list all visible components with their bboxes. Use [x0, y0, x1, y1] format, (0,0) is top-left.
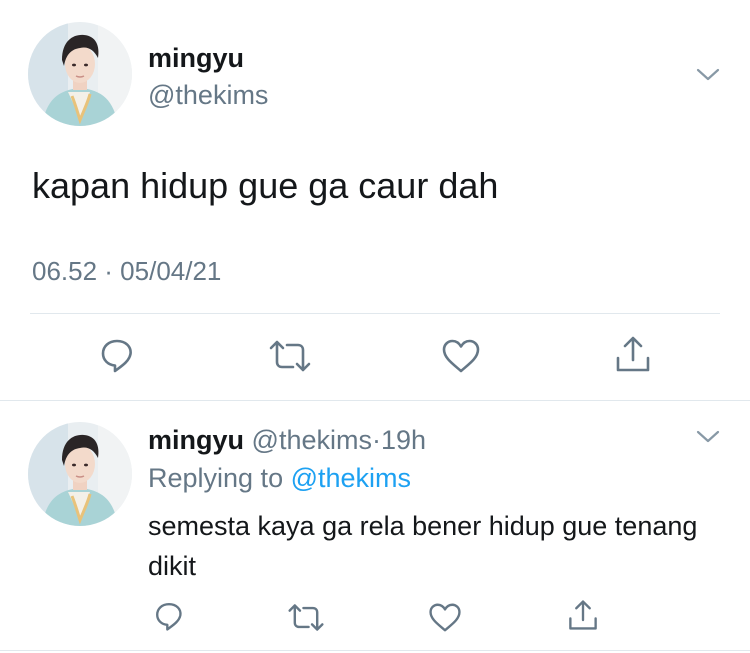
avatar-image [28, 22, 132, 126]
like-icon[interactable] [428, 602, 462, 633]
main-handle[interactable]: @thekims [148, 78, 268, 112]
replying-to-mention[interactable]: @thekims [291, 463, 411, 493]
reply-icon[interactable] [153, 600, 185, 632]
main-divider [30, 313, 720, 314]
main-display-name[interactable]: mingyu [148, 41, 244, 75]
reply-header: mingyu @thekims·19h [148, 423, 426, 457]
retweet-icon[interactable] [268, 338, 312, 374]
reply-tweet-text: semesta kaya ga rela bener hidup gue ten… [148, 511, 698, 581]
retweet-icon[interactable] [287, 602, 325, 633]
bottom-divider [0, 650, 750, 651]
reply-avatar[interactable] [28, 422, 132, 526]
reply-handle[interactable]: @thekims [252, 425, 372, 455]
main-more-chevron-icon[interactable] [695, 66, 721, 84]
avatar-image [28, 422, 132, 526]
section-divider [0, 400, 750, 401]
main-timestamp[interactable]: 06.52 · 05/04/21 [32, 254, 221, 288]
reply-relative-time[interactable]: 19h [381, 425, 426, 455]
like-icon[interactable] [441, 338, 481, 374]
share-icon[interactable] [567, 598, 599, 632]
reply-separator: · [371, 425, 381, 455]
reply-more-chevron-icon[interactable] [695, 428, 721, 446]
reply-display-name[interactable]: mingyu [148, 425, 244, 455]
main-avatar[interactable] [28, 22, 132, 126]
reply-icon[interactable] [98, 336, 136, 374]
share-icon[interactable] [614, 334, 652, 374]
main-tweet-text: kapan hidup gue ga caur dah [32, 165, 499, 206]
replying-prefix: Replying to [148, 463, 284, 493]
replying-to-line: Replying to @thekims [148, 461, 411, 495]
